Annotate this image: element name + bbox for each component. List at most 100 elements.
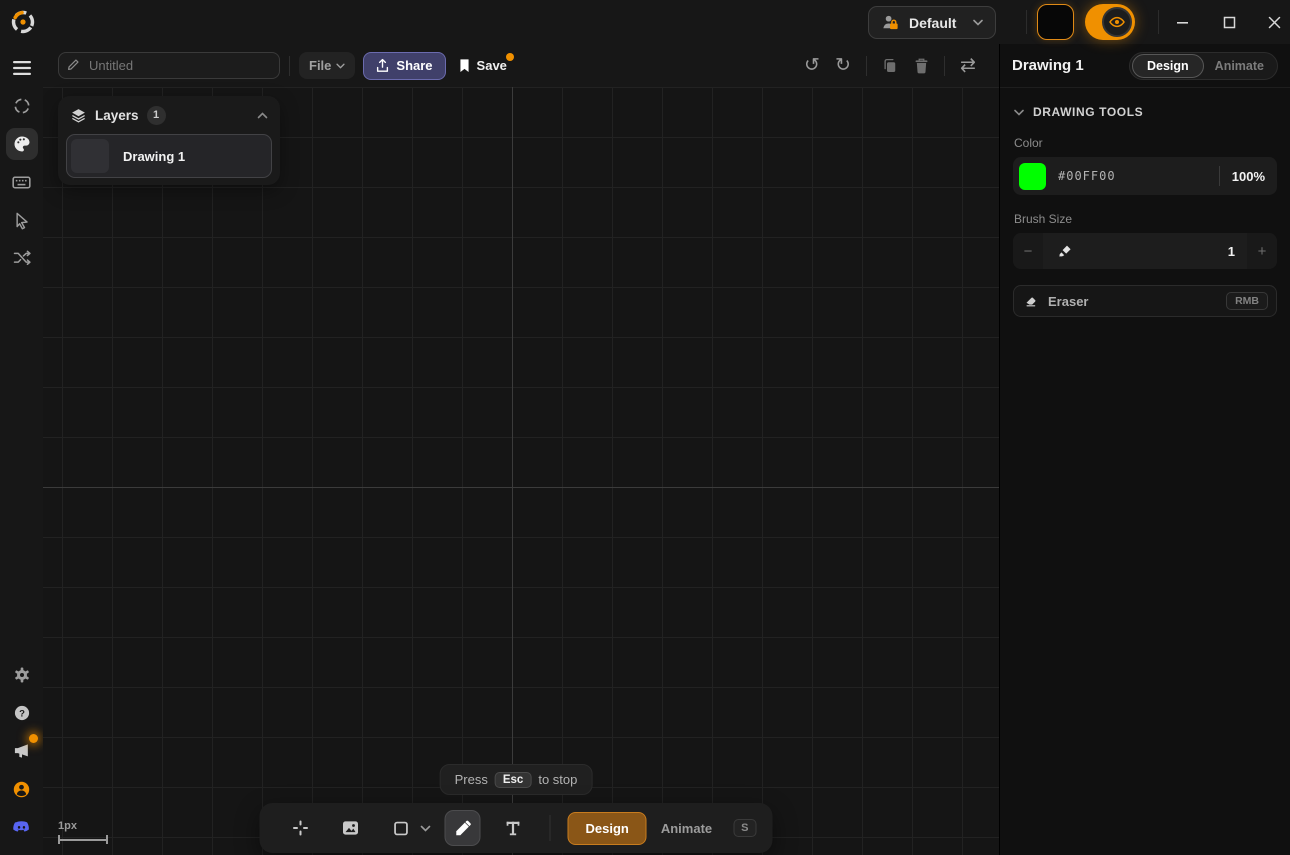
brush-size-stepper: − 1 + [1013, 233, 1277, 269]
right-mouse-button-badge: RMB [1226, 292, 1268, 310]
edit-pencil-icon [67, 58, 80, 71]
canvas-toolbar: File Share Save ↺ ↻ [43, 44, 999, 87]
divider [944, 56, 945, 76]
divider [1219, 166, 1220, 186]
pencil-tool-button[interactable] [445, 810, 481, 846]
chevron-down-icon [1014, 109, 1024, 116]
move-tool-button[interactable] [283, 810, 319, 846]
eye-icon [1102, 7, 1132, 37]
tooltip-prefix: Press [455, 772, 488, 787]
settings-icon[interactable] [6, 659, 38, 691]
svg-text:?: ? [19, 709, 25, 720]
properties-panel: Drawing 1 Design Animate DRAWING TOOLS C… [999, 44, 1290, 855]
swap-button[interactable]: ⇄ [957, 55, 979, 77]
layers-panel-header[interactable]: Layers 1 [58, 96, 280, 134]
chevron-down-icon [336, 63, 345, 69]
color-label: Color [1014, 136, 1276, 150]
divider [289, 56, 290, 76]
brush-color-swatch[interactable] [1019, 163, 1046, 190]
save-button[interactable]: Save [458, 52, 507, 80]
shape-tool-button[interactable] [383, 810, 419, 846]
undo-button[interactable]: ↺ [801, 55, 823, 77]
delete-button[interactable] [910, 55, 932, 77]
color-hex-value[interactable]: #00FF00 [1058, 169, 1116, 183]
chevron-down-icon[interactable] [421, 825, 431, 832]
keyboard-tool-icon[interactable] [6, 166, 38, 198]
divider [1158, 10, 1159, 34]
layers-panel: Layers 1 Drawing 1 [58, 96, 280, 185]
file-menu-button[interactable]: File [299, 52, 355, 79]
text-tool-button[interactable] [495, 810, 531, 846]
selected-layer-title: Drawing 1 [1012, 57, 1084, 74]
canvas[interactable]: File Share Save ↺ ↻ [43, 44, 999, 855]
brush-size-increase-button[interactable]: + [1247, 233, 1277, 269]
design-mode-button[interactable]: Design [568, 812, 647, 845]
target-tool-icon[interactable] [6, 90, 38, 122]
minimize-button[interactable] [1167, 8, 1197, 36]
layers-count-badge: 1 [147, 106, 166, 125]
discord-icon[interactable] [6, 811, 38, 843]
esc-key-badge: Esc [495, 772, 531, 788]
divider [866, 56, 867, 76]
file-menu-label: File [309, 58, 331, 73]
eraser-button[interactable]: Eraser RMB [1013, 285, 1277, 317]
brush-size-value[interactable]: 1 [1228, 244, 1247, 259]
close-button[interactable] [1259, 8, 1289, 36]
menu-icon[interactable] [6, 52, 38, 84]
announcements-icon[interactable] [6, 735, 38, 767]
layer-item[interactable]: Drawing 1 [66, 134, 272, 178]
left-sidebar: ? [0, 44, 43, 855]
scale-label: 1px [58, 820, 108, 832]
cursor-tool-icon[interactable] [6, 204, 38, 236]
canvas-center-horizontal-line [43, 487, 999, 488]
layers-title: Layers [95, 108, 139, 123]
tab-design[interactable]: Design [1132, 54, 1204, 78]
project-title-input[interactable] [58, 52, 280, 79]
divider [550, 815, 551, 841]
duplicate-button[interactable] [879, 55, 901, 77]
color-row: #00FF00 100% [1013, 157, 1277, 195]
section-title: DRAWING TOOLS [1033, 105, 1143, 119]
upload-icon [376, 58, 389, 73]
top-bar: Default [0, 0, 1290, 44]
workspace-label: Default [909, 15, 956, 31]
eraser-icon [1024, 294, 1039, 309]
drawing-tools-section-header[interactable]: DRAWING TOOLS [1014, 105, 1276, 119]
save-label: Save [477, 58, 507, 73]
layer-name: Drawing 1 [123, 149, 185, 164]
share-label: Share [396, 58, 432, 73]
brush-icon [1043, 243, 1087, 260]
preview-toggle[interactable] [1085, 4, 1135, 40]
layer-thumbnail [71, 139, 109, 173]
animate-mode-button[interactable]: Animate [647, 812, 726, 845]
shuffle-tool-icon[interactable] [6, 242, 38, 274]
eraser-label: Eraser [1048, 294, 1088, 309]
drawing-tool-icon[interactable] [6, 128, 38, 160]
tab-animate[interactable]: Animate [1204, 59, 1275, 73]
affiliate-icon[interactable] [6, 773, 38, 805]
workspace-dropdown[interactable]: Default [868, 6, 996, 39]
escape-tooltip: Press Esc to stop [440, 764, 593, 795]
divider [1026, 10, 1027, 34]
properties-header: Drawing 1 Design Animate [1000, 44, 1290, 88]
maximize-button[interactable] [1214, 8, 1244, 36]
shortcut-badge: S [733, 819, 756, 837]
scale-bar [58, 835, 108, 844]
unsaved-changes-dot [506, 53, 514, 61]
image-tool-button[interactable] [333, 810, 369, 846]
help-icon[interactable]: ? [6, 697, 38, 729]
shape-tool-group [383, 810, 431, 846]
app-logo-icon[interactable] [8, 7, 38, 37]
background-color-swatch[interactable] [1037, 4, 1074, 40]
design-animate-toggle: Design Animate [1129, 52, 1278, 80]
layers-icon [70, 107, 87, 124]
bookmark-icon [458, 58, 471, 73]
chevron-up-icon[interactable] [257, 112, 268, 119]
brush-size-label: Brush Size [1014, 212, 1276, 226]
project-title-field[interactable] [58, 52, 280, 79]
share-button[interactable]: Share [363, 52, 445, 80]
color-opacity-value[interactable]: 100% [1232, 169, 1265, 184]
redo-button[interactable]: ↻ [832, 55, 854, 77]
brush-size-decrease-button[interactable]: − [1013, 233, 1043, 269]
canvas-center-vertical-line [512, 44, 513, 855]
